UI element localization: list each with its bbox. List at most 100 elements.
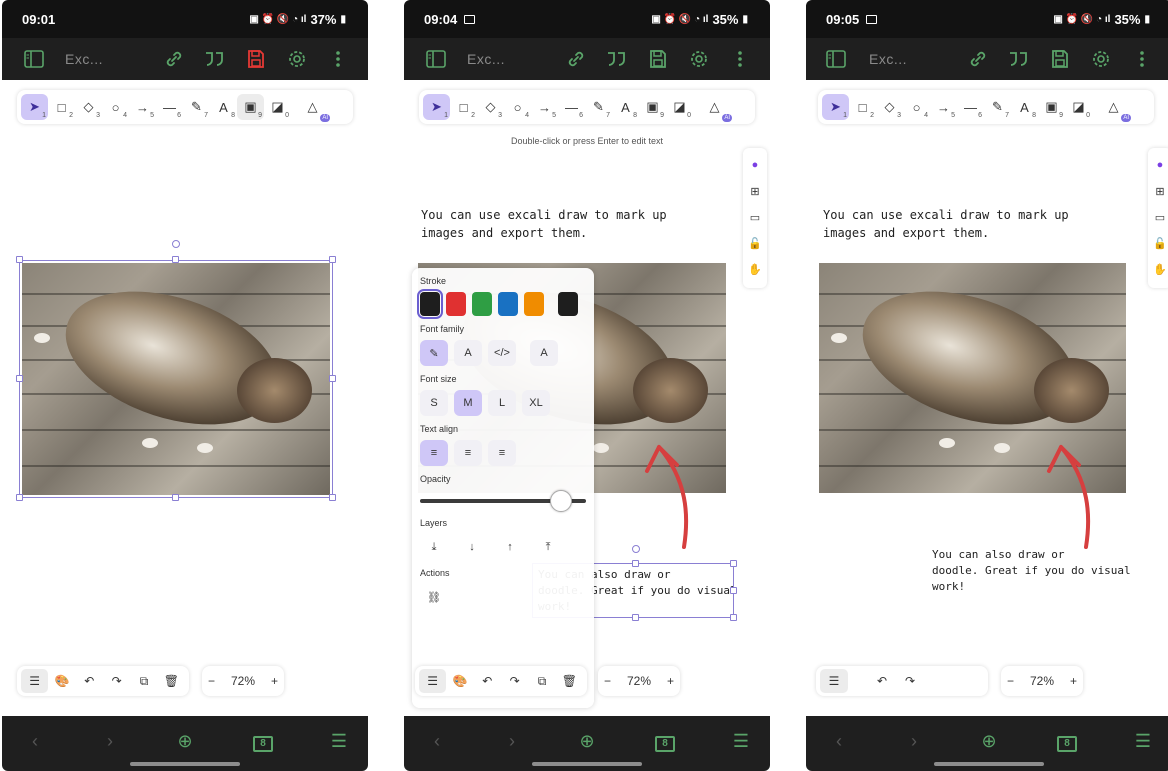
- redo-icon[interactable]: ↷: [103, 669, 130, 693]
- hamburger-icon[interactable]: ☰: [21, 669, 49, 693]
- rotation-handle[interactable]: [632, 545, 640, 553]
- undo-icon[interactable]: ↶: [474, 669, 501, 693]
- text-icon[interactable]: A8: [612, 94, 639, 120]
- trash-icon[interactable]: 🗑: [158, 669, 185, 693]
- send-to-back-icon[interactable]: ⤓: [420, 534, 448, 560]
- align-center-icon[interactable]: ≡: [454, 440, 482, 466]
- zoom-out-button[interactable]: −: [604, 674, 611, 688]
- ai-shape-icon[interactable]: △ AI: [1100, 94, 1131, 122]
- font-normal-button[interactable]: A: [454, 340, 482, 366]
- tab-count-button[interactable]: 8: [250, 728, 276, 754]
- resize-handle[interactable]: [632, 614, 639, 621]
- save-icon[interactable]: [1048, 47, 1072, 71]
- quote-icon[interactable]: [604, 47, 628, 71]
- stroke-swatch-orange[interactable]: [524, 292, 544, 316]
- kebab-icon[interactable]: [326, 47, 350, 71]
- droplet-icon[interactable]: ●: [1150, 152, 1168, 178]
- drawing-canvas[interactable]: ➤ 1 □ 2 ◇ 3 ○ 4 → 5 —6 ✎ 7 A8 ▣ 9 ◪ 0 △ AI ● ⊞ ▭ …: [806, 80, 1168, 716]
- drawing-title[interactable]: Exc...: [65, 51, 103, 67]
- tab-count-button[interactable]: 8: [1054, 728, 1080, 754]
- drawing-canvas[interactable]: ➤ 1 □ 2 ◇ 3 ○ 4 → 5 —6 ✎ 7 A8 ▣ 9 ◪ 0 △ AI Double…: [404, 80, 770, 716]
- circle-icon[interactable]: ○ 4: [102, 94, 129, 120]
- hamburger-icon[interactable]: ☰: [419, 669, 447, 693]
- circle-icon[interactable]: ○ 4: [504, 94, 531, 120]
- undo-icon[interactable]: ↶: [868, 669, 896, 693]
- image-icon[interactable]: ▣ 9: [237, 94, 264, 120]
- diamond-icon[interactable]: ◇ 3: [75, 94, 102, 120]
- lock-icon[interactable]: 🔓: [745, 230, 765, 256]
- hamburger-icon[interactable]: ☰: [326, 728, 352, 754]
- pointer-icon[interactable]: ➤ 1: [822, 94, 849, 120]
- gear-icon[interactable]: [285, 47, 309, 71]
- palette-icon[interactable]: 🎨: [446, 669, 473, 693]
- drawing-canvas[interactable]: ➤ 1 □ 2 ◇ 3 ○ 4 → 5 —6 ✎ 7 A8 ▣ 9 ◪ 0 △ AI: [2, 80, 368, 716]
- resize-handle[interactable]: [730, 560, 737, 567]
- pointer-icon[interactable]: ➤ 1: [423, 94, 450, 120]
- palette-icon[interactable]: 🎨: [48, 669, 75, 693]
- plus-circle-icon[interactable]: ⊕: [172, 728, 198, 754]
- opacity-slider[interactable]: [420, 490, 586, 512]
- drawing-title[interactable]: Exc...: [467, 51, 505, 67]
- zoom-level[interactable]: 72%: [223, 674, 263, 688]
- font-more-button[interactable]: A: [530, 340, 558, 366]
- font-size-xl[interactable]: XL: [522, 390, 550, 416]
- send-backward-icon[interactable]: ↓: [458, 534, 486, 560]
- handwritten-heading[interactable]: You can use excali draw to mark up image…: [823, 206, 1069, 242]
- chevron-right-icon[interactable]: ›: [97, 728, 123, 754]
- bring-forward-icon[interactable]: ↑: [496, 534, 524, 560]
- arrow-icon[interactable]: → 5: [531, 94, 558, 120]
- resize-handle[interactable]: [16, 256, 23, 263]
- zoom-out-button[interactable]: −: [208, 674, 215, 688]
- undo-icon[interactable]: ↶: [76, 669, 103, 693]
- chevron-left-icon[interactable]: ‹: [424, 728, 450, 754]
- resize-handle[interactable]: [172, 256, 179, 263]
- droplet-icon[interactable]: ●: [745, 152, 765, 178]
- text-icon[interactable]: A8: [210, 94, 237, 120]
- stroke-swatch-black[interactable]: [417, 289, 443, 319]
- hamburger-icon[interactable]: ☰: [1130, 728, 1156, 754]
- save-icon[interactable]: [646, 47, 670, 71]
- stroke-swatch-blue[interactable]: [498, 292, 518, 316]
- stroke-swatch-green[interactable]: [472, 292, 492, 316]
- sidebar-icon[interactable]: [22, 47, 46, 71]
- sidebar-icon[interactable]: [824, 47, 848, 71]
- stroke-swatch-custom[interactable]: [558, 292, 578, 316]
- resize-handle[interactable]: [329, 256, 336, 263]
- stroke-swatch-red[interactable]: [446, 292, 466, 316]
- tab-count-button[interactable]: 8: [652, 728, 678, 754]
- zoom-in-button[interactable]: +: [667, 674, 674, 688]
- redo-icon[interactable]: ↷: [896, 669, 924, 693]
- red-arrow-drawing[interactable]: [629, 435, 699, 555]
- hand-icon[interactable]: ✋: [745, 256, 765, 282]
- square-icon[interactable]: □ 2: [450, 94, 477, 120]
- ai-shape-icon[interactable]: △ AI: [701, 94, 732, 122]
- red-arrow-drawing[interactable]: [1031, 435, 1101, 555]
- hamburger-icon[interactable]: ☰: [728, 728, 754, 754]
- diamond-icon[interactable]: ◇ 3: [876, 94, 903, 120]
- quote-icon[interactable]: [1006, 47, 1030, 71]
- handwritten-heading[interactable]: You can use excali draw to mark up image…: [421, 206, 667, 242]
- font-hand-drawn-button[interactable]: ✎: [420, 340, 448, 366]
- kebab-icon[interactable]: [1130, 47, 1154, 71]
- pencil-icon[interactable]: ✎ 7: [984, 94, 1011, 120]
- link-icon[interactable]: ⛓: [420, 584, 448, 610]
- resize-handle[interactable]: [172, 494, 179, 501]
- arrow-icon[interactable]: → 5: [930, 94, 957, 120]
- resize-handle[interactable]: [329, 494, 336, 501]
- sidebar-icon[interactable]: [424, 47, 448, 71]
- image-icon[interactable]: ▣ 9: [1038, 94, 1065, 120]
- plus-circle-icon[interactable]: ⊕: [976, 728, 1002, 754]
- save-icon[interactable]: [244, 47, 268, 71]
- image-icon[interactable]: ▣ 9: [639, 94, 666, 120]
- drawing-title[interactable]: Exc...: [869, 51, 907, 67]
- zoom-in-button[interactable]: +: [271, 674, 278, 688]
- text-icon[interactable]: A8: [1011, 94, 1038, 120]
- square-icon[interactable]: □ 2: [849, 94, 876, 120]
- resize-handle[interactable]: [16, 375, 23, 382]
- add-file-icon[interactable]: ⊞: [1150, 178, 1168, 204]
- pencil-icon[interactable]: ✎ 7: [585, 94, 612, 120]
- resize-handle[interactable]: [16, 494, 23, 501]
- link-icon[interactable]: [162, 47, 186, 71]
- gear-icon[interactable]: [687, 47, 711, 71]
- chevron-left-icon[interactable]: ‹: [826, 728, 852, 754]
